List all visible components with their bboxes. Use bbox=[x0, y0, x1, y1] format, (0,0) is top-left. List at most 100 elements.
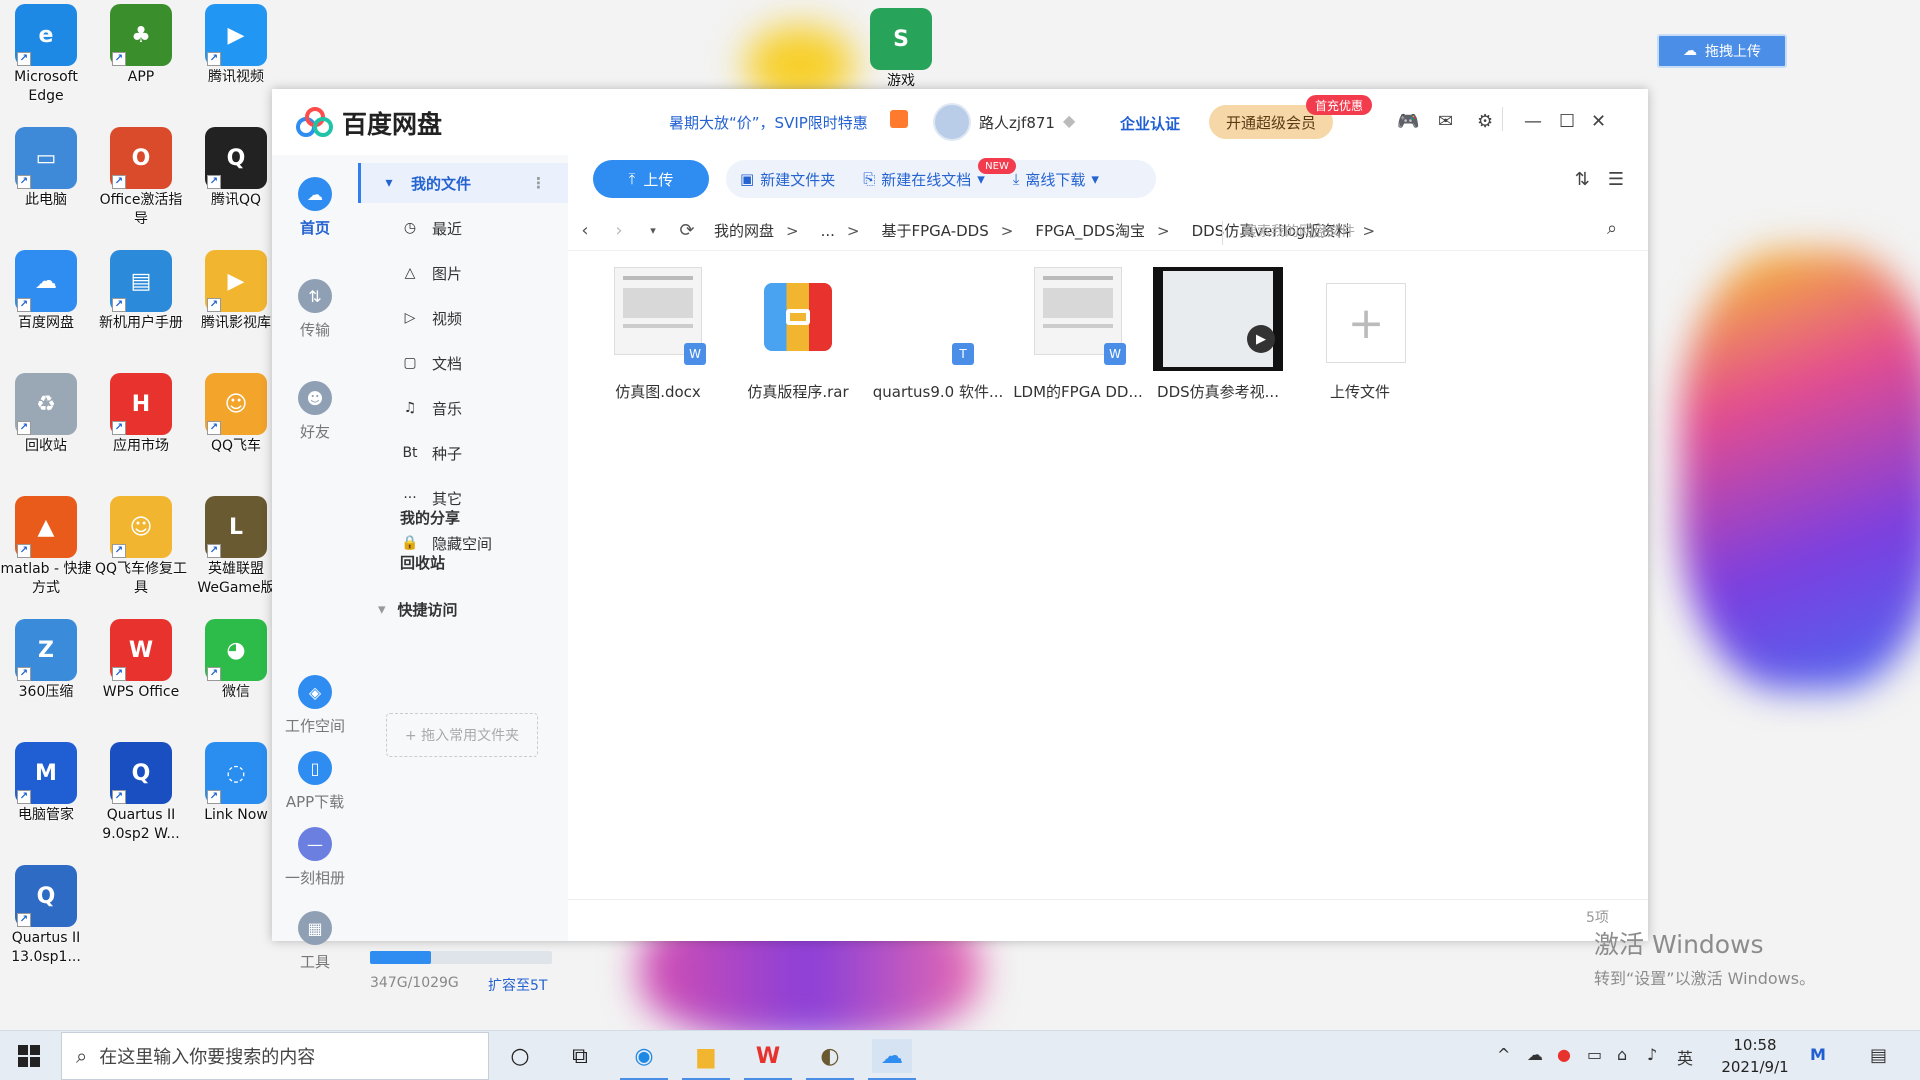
file-explorer-icon[interactable]: ▆ bbox=[682, 1039, 730, 1080]
expand-storage-link[interactable]: 扩容至5T bbox=[488, 975, 547, 995]
desktop-icon[interactable]: L ↗ 英雄联盟WeGame版 bbox=[188, 496, 284, 598]
qq-tray-icon[interactable]: ● bbox=[1557, 1045, 1571, 1064]
desktop-icon[interactable]: O ↗ Office激活指导 bbox=[93, 127, 189, 229]
sidebar-item-music[interactable]: ♫ 音乐 bbox=[358, 388, 568, 428]
forward-icon[interactable]: › bbox=[602, 220, 636, 241]
ime-indicator[interactable]: 英 bbox=[1677, 1045, 1693, 1069]
sidebar-item-my-share[interactable]: 我的分享 bbox=[358, 497, 568, 537]
desktop-icon[interactable]: ◕ ↗ 微信 bbox=[188, 619, 284, 702]
sidebar-item-image[interactable]: △ 图片 bbox=[358, 253, 568, 293]
desktop-icon[interactable]: e ↗ Microsoft Edge bbox=[0, 4, 94, 106]
sidebar-item-video[interactable]: ▷ 视频 bbox=[358, 298, 568, 338]
tray-chevron-icon[interactable]: ^ bbox=[1497, 1045, 1510, 1064]
sort-icon[interactable]: ⇅ bbox=[1575, 169, 1590, 190]
desktop-icon[interactable]: Q ↗ Quartus II 9.0sp2 W... bbox=[93, 742, 189, 844]
drop-folder-zone[interactable]: + 拖入常用文件夹 bbox=[386, 713, 538, 757]
desktop-icon[interactable]: ▲ ↗ matlab - 快捷方式 bbox=[0, 496, 94, 598]
desktop-icon[interactable]: ▶ ↗ 腾讯视频 bbox=[188, 4, 284, 87]
desktop-icon[interactable]: M ↗ 电脑管家 bbox=[0, 742, 94, 825]
task-view-icon[interactable]: ⧉ bbox=[560, 1039, 600, 1073]
desktop-icon[interactable]: Q ↗ Quartus II 13.0sp1... bbox=[0, 865, 94, 967]
baidu-netdisk-taskbar-icon[interactable]: ☁ bbox=[868, 1039, 916, 1080]
drag-upload-button[interactable]: ☁ 拖拽上传 bbox=[1657, 34, 1787, 68]
file-item[interactable]: W LDM的FPGA DD... bbox=[998, 267, 1158, 402]
file-item[interactable]: ▶ DDS仿真参考视... bbox=[1138, 267, 1298, 402]
desktop-icon[interactable]: ▤ ↗ 新机用户手册 bbox=[93, 250, 189, 333]
nav-item-workspace[interactable]: ◈ 工作空间 bbox=[272, 675, 358, 736]
desktop-icon[interactable]: Z ↗ 360压缩 bbox=[0, 619, 94, 702]
game-icon[interactable]: 🎮 bbox=[1397, 111, 1419, 132]
history-dropdown-icon[interactable]: ▾ bbox=[636, 224, 670, 237]
wps-taskbar-icon[interactable]: W bbox=[744, 1039, 792, 1080]
desktop-icon[interactable]: ☺ ↗ QQ飞车修复工具 bbox=[93, 496, 189, 598]
lol-taskbar-icon[interactable]: ◐ bbox=[806, 1039, 854, 1080]
new-online-doc-button[interactable]: ⎘ 新建在线文档 ▾ bbox=[849, 169, 999, 190]
onedrive-icon[interactable]: ☁ bbox=[1527, 1045, 1543, 1064]
nav-item-friends[interactable]: ☻ 好友 bbox=[272, 381, 358, 442]
taskbar-search[interactable]: ⌕ 在这里输入你要搜索的内容 bbox=[61, 1032, 489, 1080]
avatar[interactable] bbox=[933, 103, 971, 141]
upload-button[interactable]: ⤒ 上传 bbox=[593, 160, 709, 198]
desktop-icon[interactable]: S 游戏 bbox=[853, 8, 949, 91]
sidebar-item-document[interactable]: ▢ 文档 bbox=[358, 343, 568, 383]
battery-icon[interactable]: ▭ bbox=[1587, 1045, 1602, 1064]
system-clock[interactable]: 10:58 2021/9/1 bbox=[1710, 1034, 1800, 1078]
breadcrumb-item[interactable]: 基于FPGA-DDS bbox=[881, 220, 988, 241]
cortana-icon[interactable]: ○ bbox=[500, 1039, 540, 1073]
breadcrumb-item[interactable]: 我的网盘 bbox=[714, 220, 774, 241]
search-icon[interactable]: ⌕ bbox=[1607, 218, 1617, 239]
breadcrumb-item[interactable]: FPGA_DDS淘宝 bbox=[1035, 220, 1145, 241]
list-view-icon[interactable]: ☰ bbox=[1608, 169, 1624, 190]
desktop-icon[interactable]: ☺ ↗ QQ飞车 bbox=[188, 373, 284, 456]
notification-icon[interactable]: ▤ bbox=[1870, 1045, 1887, 1066]
view-controls: ⇅ ☰ bbox=[1575, 169, 1624, 190]
search-input[interactable]: 搜索我的网盘文件 bbox=[1243, 221, 1355, 241]
username[interactable]: 路人zjf871 bbox=[979, 112, 1055, 133]
maximize-icon[interactable]: ☐ bbox=[1559, 111, 1575, 132]
edge-taskbar-icon[interactable]: ◉ bbox=[620, 1039, 668, 1080]
more-vertical-icon[interactable]: ⋮ bbox=[531, 174, 546, 192]
file-item[interactable]: W 仿真图.docx bbox=[578, 267, 738, 402]
nav-item-app-download[interactable]: ▯ APP下载 bbox=[272, 751, 358, 812]
nav-item-album[interactable]: — 一刻相册 bbox=[272, 827, 358, 888]
windows-start-icon[interactable] bbox=[18, 1045, 40, 1067]
upload-file-tile[interactable]: + 上传文件 bbox=[1280, 267, 1440, 402]
sidebar-item-torrent[interactable]: Bt 种子 bbox=[358, 433, 568, 473]
diamond-icon[interactable]: ◆ bbox=[1063, 111, 1075, 130]
sidebar-item-my-files[interactable]: ▾ 我的文件 ⋮ bbox=[358, 163, 568, 203]
desktop-icon[interactable]: ▭ ↗ 此电脑 bbox=[0, 127, 94, 210]
new-folder-button[interactable]: ▣ 新建文件夹 bbox=[726, 169, 849, 190]
enterprise-cert-link[interactable]: 企业认证 bbox=[1120, 113, 1180, 134]
refresh-icon[interactable]: ⟳ bbox=[670, 220, 704, 241]
nav-item-tools[interactable]: ▦ 工具 bbox=[272, 911, 358, 972]
desktop-icon[interactable]: ♻ ↗ 回收站 bbox=[0, 373, 94, 456]
file-item[interactable]: 仿真版程序.rar bbox=[718, 267, 878, 402]
desktop-icon[interactable]: H ↗ 应用市场 bbox=[93, 373, 189, 456]
pc-manager-tray-icon[interactable]: M bbox=[1810, 1045, 1826, 1064]
promo-link[interactable]: 暑期大放“价”，SVIP限时特惠 bbox=[669, 112, 868, 133]
file-item[interactable]: Tquartus9.0 软件... bbox=[858, 267, 1018, 402]
desktop-icon[interactable]: ▶ ↗ 腾讯影视库 bbox=[188, 250, 284, 333]
mail-icon[interactable]: ✉ bbox=[1438, 111, 1453, 132]
sidebar-quick-access[interactable]: ▾ 快捷访问 bbox=[358, 589, 568, 629]
sidebar-item-clock[interactable]: ◷ 最近 bbox=[358, 208, 568, 248]
desktop-icon[interactable]: W ↗ WPS Office bbox=[93, 619, 189, 702]
volume-icon[interactable]: ♪ bbox=[1647, 1045, 1657, 1064]
home-cloud-icon: ☁ bbox=[298, 177, 332, 211]
desktop-icon[interactable]: ♣ ↗ APP bbox=[93, 4, 189, 87]
sidebar-item-recycle[interactable]: 回收站 bbox=[358, 542, 568, 582]
close-icon[interactable]: ✕ bbox=[1591, 111, 1606, 132]
desktop-icon[interactable]: Q ↗ 腾讯QQ bbox=[188, 127, 284, 210]
settings-icon[interactable]: ⚙ bbox=[1477, 111, 1493, 132]
offline-download-button[interactable]: ⤓ 离线下载 ▾ bbox=[999, 169, 1113, 190]
nav-item-home-cloud[interactable]: ☁ 首页 bbox=[272, 177, 358, 238]
nav-item-transfer[interactable]: ⇅ 传输 bbox=[272, 279, 358, 340]
desktop-icon[interactable]: ☁ ↗ 百度网盘 bbox=[0, 250, 94, 333]
desktop-icon[interactable]: ◌ ↗ Link Now bbox=[188, 742, 284, 825]
shortcut-arrow-icon: ↗ bbox=[112, 790, 126, 804]
gift-icon[interactable] bbox=[890, 110, 908, 128]
back-icon[interactable]: ‹ bbox=[568, 220, 602, 241]
minimize-icon[interactable]: — bbox=[1524, 111, 1542, 132]
network-icon[interactable]: ⌂ bbox=[1617, 1045, 1627, 1064]
breadcrumb-item[interactable]: ... bbox=[821, 222, 835, 240]
